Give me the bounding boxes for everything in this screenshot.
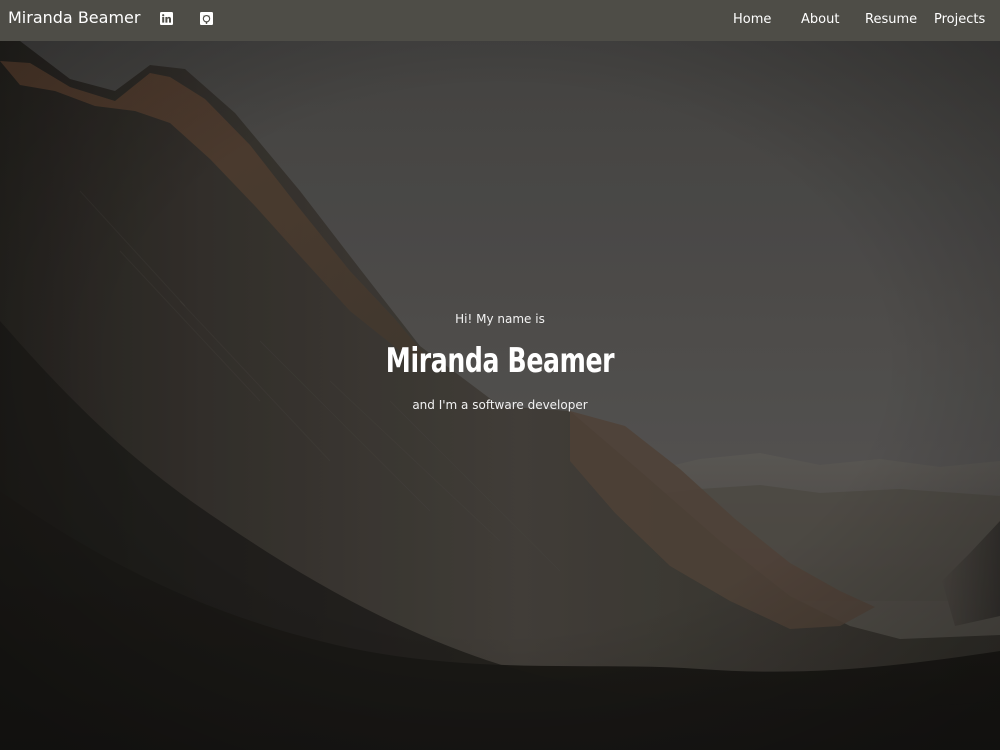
- hero-name: Miranda Beamer: [385, 341, 615, 381]
- hero-tagline: and I'm a software developer: [412, 398, 588, 412]
- nav-about[interactable]: About: [801, 12, 839, 28]
- github-icon[interactable]: [200, 10, 213, 25]
- top-navbar: Miranda Beamer Home About Resume Project…: [0, 0, 1000, 41]
- nav-resume[interactable]: Resume: [865, 12, 917, 28]
- mountain-background-image: [0, 41, 1000, 750]
- nav-projects[interactable]: Projects: [934, 12, 985, 28]
- brand-link[interactable]: Miranda Beamer: [8, 8, 140, 28]
- hero-intro-text: Hi! My name is: [455, 312, 545, 326]
- portfolio-page: Miranda Beamer Home About Resume Project…: [0, 0, 1000, 750]
- nav-home[interactable]: Home: [733, 12, 771, 28]
- linkedin-icon[interactable]: [160, 10, 173, 25]
- hero-section: Hi! My name is Miranda Beamer and I'm a …: [0, 41, 1000, 750]
